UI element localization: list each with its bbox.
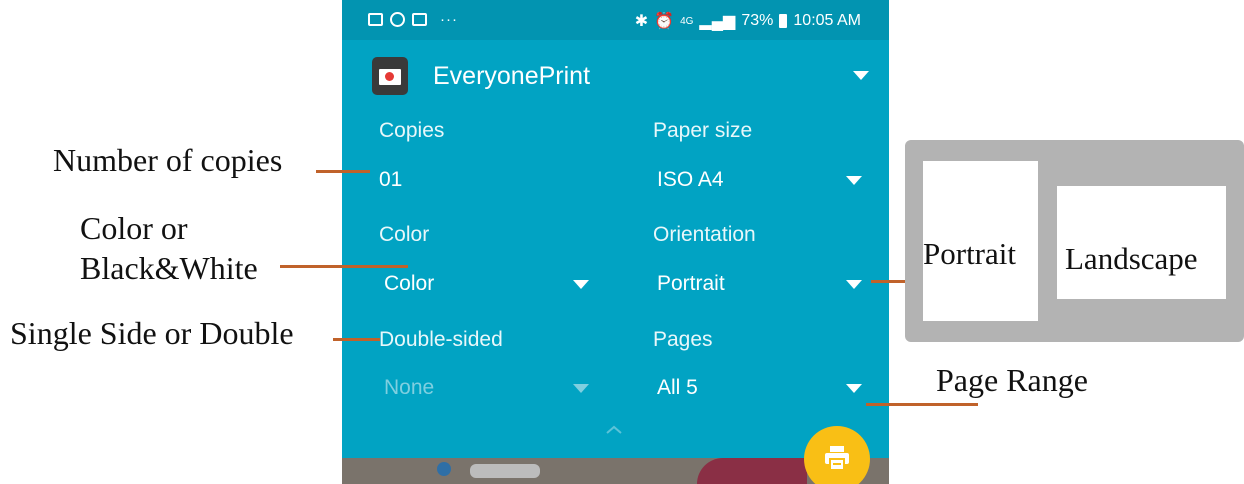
copies-label: Copies [379,119,445,142]
chevron-down-icon [573,384,589,393]
paper-size-dropdown[interactable]: ISO A4 [653,162,863,196]
bluetooth-icon: ✱ [634,13,649,30]
paper-size-value: ISO A4 [657,168,724,191]
clock: 10:05 AM [793,12,861,29]
paper-size-label: Paper size [653,119,753,142]
annotation-color-line2: Black&White [80,250,258,286]
landscape-caption: Landscape [1065,241,1198,276]
color-dropdown[interactable]: Color [379,266,593,300]
annotation-color-line1: Color or [80,210,188,246]
more-notifications: ··· [440,11,458,28]
copies-input[interactable]: 01 [379,168,402,192]
annotation-copies: Number of copies [53,142,283,178]
annotation-arrow-copies [316,170,370,173]
printer-selector[interactable]: EveryonePrint [372,55,877,97]
chevron-down-icon [573,280,589,289]
chevron-down-icon [846,384,862,393]
annotation-arrow-sides [333,338,380,341]
print-button[interactable] [804,426,870,484]
network-type: 4G [680,15,694,27]
collapse-chevron-up-icon[interactable] [605,425,623,435]
annotation-sides: Single Side or Double [10,315,294,351]
orientation-dropdown[interactable]: Portrait [653,266,863,300]
double-sided-value: None [384,376,435,399]
annotation-arrow-color [280,265,408,268]
printer-app-icon [372,57,408,95]
color-value: Color [384,272,435,295]
orientation-illustration: Portrait Landscape [905,140,1244,342]
pages-dropdown[interactable]: All 5 [653,370,863,404]
chevron-down-icon [846,176,862,185]
orientation-value: Portrait [657,272,725,295]
double-sided-dropdown[interactable]: None [379,370,593,404]
print-settings-screen: ··· ✱ ⏰ 4G ▂▄▆ 73% 10:05 AM EveryonePrin… [342,0,889,484]
alarm-icon: ⏰ [654,13,675,30]
whatsapp-notification-icon [390,12,405,27]
screen-notification-icon [412,13,427,26]
printer-icon [825,446,849,471]
signal-icon: ▂▄▆ [699,13,736,30]
chevron-down-icon [846,280,862,289]
portrait-caption: Portrait [923,236,1016,271]
double-sided-label: Double-sided [379,328,503,351]
gallery-notification-icon [368,13,383,26]
annotation-page-range: Page Range [936,362,1088,398]
pages-label: Pages [653,328,713,351]
annotation-arrow-pages [866,403,978,406]
chevron-down-icon [853,71,869,80]
status-bar: ··· ✱ ⏰ 4G ▂▄▆ 73% 10:05 AM [342,0,889,40]
pages-value: All 5 [657,376,698,399]
orientation-label: Orientation [653,223,756,246]
battery-level: 73% [741,12,774,29]
battery-icon [779,14,788,28]
printer-name: EveryonePrint [433,62,591,90]
color-label: Color [379,223,430,246]
